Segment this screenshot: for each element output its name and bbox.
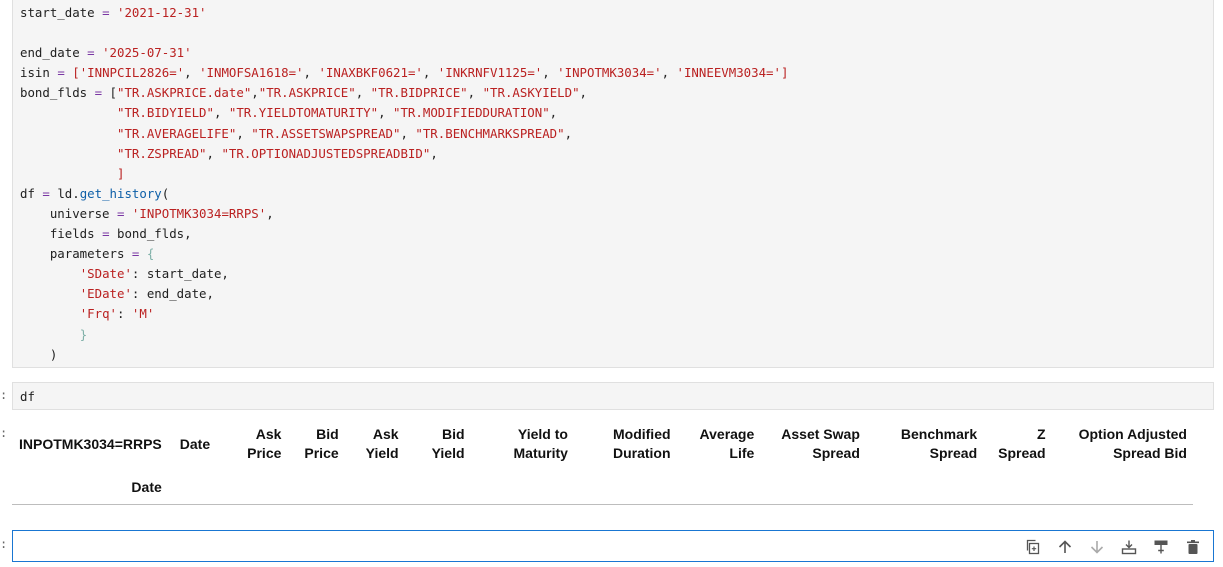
code-editor[interactable]: df — [20, 387, 35, 407]
column-header: Bid Yield — [431, 426, 465, 461]
column-header: Average Life — [699, 426, 755, 461]
column-header: Yield to Maturity — [513, 426, 568, 461]
index-header: INPOTMK3034=RRPS — [19, 435, 162, 452]
column-header: Date — [179, 435, 211, 452]
row-index-label: Date — [131, 479, 162, 495]
insert-below-icon[interactable] — [1150, 537, 1171, 557]
table-divider — [12, 504, 1193, 505]
dataframe-table: INPOTMK3034=RRPS Date Ask Price Bid Price … — [12, 418, 1196, 504]
code-cell-history[interactable]: start_date = '2021-12-31' end_date = '20… — [12, 0, 1214, 368]
column-header: Benchmark Spread — [900, 426, 978, 461]
dataframe-output: INPOTMK3034=RRPS Date Ask Price Bid Price … — [12, 418, 1202, 508]
prompt-mark: : — [0, 388, 8, 402]
delete-icon[interactable] — [1182, 537, 1203, 557]
code-cell-df[interactable]: df — [12, 382, 1214, 410]
column-header: Modified Duration — [612, 426, 671, 461]
active-code-cell[interactable] — [12, 530, 1214, 562]
move-down-icon[interactable] — [1086, 537, 1107, 557]
cell-toolbar — [1022, 537, 1203, 557]
move-up-icon[interactable] — [1054, 537, 1075, 557]
index-name-row: Date — [12, 470, 1196, 504]
code-editor[interactable]: start_date = '2021-12-31' end_date = '20… — [20, 3, 788, 365]
column-header-row: INPOTMK3034=RRPS Date Ask Price Bid Price … — [12, 418, 1196, 470]
column-header: Ask Price — [247, 426, 282, 461]
column-header: Asset Swap Spread — [781, 426, 860, 461]
column-header: Z Spread — [998, 426, 1046, 461]
column-header: Option Adjusted Spread Bid — [1078, 426, 1187, 461]
column-header: Ask Yield — [365, 426, 399, 461]
copy-icon[interactable] — [1022, 537, 1043, 557]
prompt-mark: : — [0, 537, 8, 551]
prompt-mark: : — [0, 426, 8, 440]
insert-above-icon[interactable] — [1118, 537, 1139, 557]
column-header: Bid Price — [304, 426, 339, 461]
